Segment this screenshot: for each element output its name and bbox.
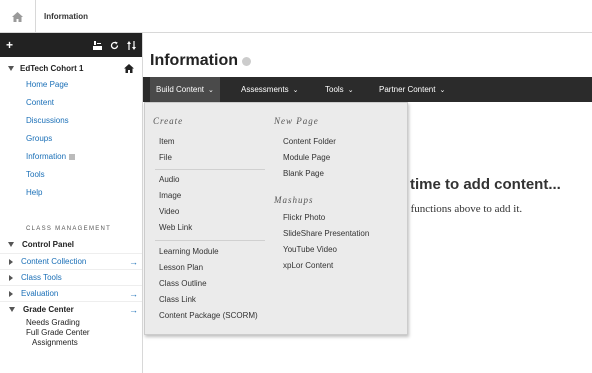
breadcrumb-current: Information — [44, 12, 88, 21]
grade-center-item[interactable]: Grade Center → — [0, 301, 142, 317]
expand-icon — [9, 290, 13, 297]
nav-content[interactable]: Content — [0, 94, 142, 112]
nav-help[interactable]: Help — [0, 184, 142, 202]
class-tools-label: Class Tools — [21, 273, 62, 282]
nav-information-item[interactable]: Information — [0, 148, 142, 166]
tools-label: Tools — [325, 85, 344, 94]
menu-item-file[interactable]: File — [159, 153, 172, 162]
evaluation-item[interactable]: Evaluation → — [0, 285, 142, 301]
mashups-heading: Mashups — [274, 195, 314, 205]
menu-item-content-folder[interactable]: Content Folder — [283, 137, 336, 146]
menu-item-flickr-photo[interactable]: Flickr Photo — [283, 213, 325, 222]
arrow-right-icon: → — [129, 288, 138, 299]
menu-item-class-link[interactable]: Class Link — [159, 295, 196, 304]
folder-view-icon[interactable] — [93, 40, 102, 50]
nav-tools[interactable]: Tools — [0, 166, 142, 184]
nav-discussions[interactable]: Discussions — [0, 112, 142, 130]
arrow-right-icon: → — [129, 304, 138, 315]
page-options-icon[interactable] — [242, 56, 251, 66]
breadcrumb-bar: Information — [0, 0, 592, 33]
assignments-link[interactable]: Assignments — [0, 337, 142, 347]
menu-item-module-page[interactable]: Module Page — [283, 153, 330, 162]
class-tools-item[interactable]: Class Tools — [0, 269, 142, 285]
menu-item-web-link[interactable]: Web Link — [159, 223, 192, 232]
full-grade-center-link[interactable]: Full Grade Center — [0, 327, 142, 337]
course-title-row[interactable]: EdTech Cohort 1 — [0, 57, 142, 76]
hidden-status-icon — [69, 154, 76, 160]
needs-grading-link[interactable]: Needs Grading — [0, 317, 142, 327]
collapse-icon — [9, 307, 15, 312]
partner-content-label: Partner Content — [379, 85, 436, 94]
menu-item-item[interactable]: Item — [159, 137, 175, 146]
menu-divider — [155, 169, 265, 170]
arrow-right-icon: → — [129, 256, 138, 267]
home-icon[interactable] — [124, 64, 134, 73]
menu-item-class-outline[interactable]: Class Outline — [159, 279, 207, 288]
refresh-icon[interactable] — [110, 41, 119, 50]
build-content-label: Build Content — [156, 85, 205, 94]
chevron-down-icon: ⌄ — [208, 86, 214, 94]
nav-home-page[interactable]: Home Page — [0, 76, 142, 94]
class-management-label: CLASS MANAGEMENT — [26, 226, 112, 232]
new-page-heading: New Page — [274, 116, 319, 126]
content-collection-item[interactable]: Content Collection → — [0, 253, 142, 269]
course-title: EdTech Cohort 1 — [20, 64, 84, 73]
course-menu: + EdTech Cohort 1 Home Page Content Disc… — [0, 33, 143, 373]
home-button[interactable] — [0, 0, 36, 33]
page-title: Information — [150, 52, 238, 69]
nav-information: Information — [26, 152, 67, 161]
menu-item-audio[interactable]: Audio — [159, 175, 179, 184]
tools-button[interactable]: Tools ⌄ — [319, 77, 360, 102]
page-title-row: Information — [150, 52, 251, 70]
expand-icon — [9, 274, 13, 281]
menu-item-slideshare[interactable]: SlideShare Presentation — [283, 229, 369, 238]
menu-item-youtube-video[interactable]: YouTube Video — [283, 245, 337, 254]
nav-groups[interactable]: Groups — [0, 130, 142, 148]
menu-item-blank-page[interactable]: Blank Page — [283, 169, 324, 178]
course-menu-toolbar: + — [0, 33, 142, 57]
empty-state-text: e functions above to add it. — [403, 203, 523, 215]
grade-center-label: Grade Center — [23, 305, 74, 314]
partner-content-button[interactable]: Partner Content ⌄ — [373, 77, 451, 102]
menu-divider — [155, 240, 265, 241]
control-panel-label: Control Panel — [22, 240, 75, 249]
content-collection-label: Content Collection — [21, 257, 87, 266]
chevron-down-icon: ⌄ — [292, 86, 299, 94]
action-bar: Build Content ⌄ Assessments ⌄ Tools ⌄ Pa… — [143, 77, 592, 102]
chevron-down-icon: ⌄ — [439, 86, 446, 94]
assessments-label: Assessments — [241, 85, 289, 94]
sort-icon[interactable] — [127, 40, 136, 50]
expand-icon — [9, 258, 13, 265]
menu-item-learning-module[interactable]: Learning Module — [159, 247, 219, 256]
assessments-button[interactable]: Assessments ⌄ — [235, 77, 304, 102]
chevron-down-icon: ⌄ — [347, 86, 354, 94]
home-icon — [12, 11, 23, 22]
add-menu-item-icon[interactable]: + — [6, 38, 13, 52]
build-content-button[interactable]: Build Content ⌄ — [150, 77, 220, 102]
collapse-icon — [8, 66, 14, 71]
collapse-icon — [8, 242, 14, 247]
control-panel-header[interactable]: Control Panel — [0, 236, 142, 253]
menu-item-lesson-plan[interactable]: Lesson Plan — [159, 263, 203, 272]
evaluation-label: Evaluation — [21, 289, 59, 298]
menu-item-video[interactable]: Video — [159, 207, 179, 216]
menu-item-image[interactable]: Image — [159, 191, 181, 200]
build-content-menu: Create Item File Audio Image Video Web L… — [144, 102, 408, 335]
menu-item-content-package[interactable]: Content Package (SCORM) — [159, 311, 258, 320]
empty-state-heading: time to add content... — [410, 176, 561, 193]
menu-item-xplor-content[interactable]: xpLor Content — [283, 261, 333, 270]
create-heading: Create — [153, 116, 184, 126]
